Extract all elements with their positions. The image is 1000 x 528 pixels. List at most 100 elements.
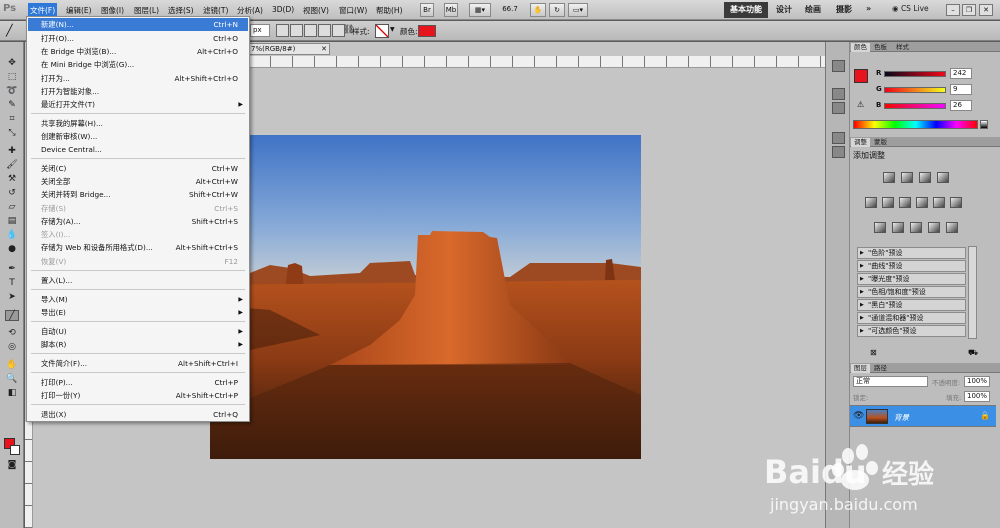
file-menu-exit[interactable]: 退出(X) Ctrl+Q bbox=[28, 408, 248, 421]
tab-styles[interactable]: 样式 bbox=[893, 43, 912, 52]
hand-tool-icon[interactable]: ✋ bbox=[530, 3, 546, 17]
combine-icon[interactable] bbox=[318, 24, 331, 37]
workspace-more-icon[interactable]: » bbox=[866, 4, 871, 13]
file-menu-create-review[interactable]: 创建新审核(W)... bbox=[28, 130, 248, 143]
quick-mask-icon[interactable]: ◙ bbox=[5, 460, 19, 471]
move-tool-icon[interactable]: ✥ bbox=[5, 58, 19, 69]
arrange-documents-icon[interactable]: ▭▾ bbox=[568, 3, 588, 17]
photo-filter-icon[interactable] bbox=[933, 197, 945, 208]
paragraph-icon[interactable] bbox=[832, 146, 845, 158]
document-tab[interactable]: 7%(RGB/8#) ✕ bbox=[248, 43, 330, 55]
tab-color[interactable]: 颜色 bbox=[851, 43, 870, 52]
tab-masks[interactable]: 蒙版 bbox=[871, 138, 890, 147]
marquee-tool-icon[interactable]: ⬚ bbox=[5, 72, 19, 83]
file-menu-open-smart-object[interactable]: 打开为智能对象... bbox=[28, 85, 248, 98]
rotate-view-icon[interactable]: ↻ bbox=[549, 3, 565, 17]
mini-bridge-icon[interactable]: Mb bbox=[444, 3, 458, 17]
file-menu-browse-bridge[interactable]: 在 Bridge 中浏览(B)... Alt+Ctrl+O bbox=[28, 45, 248, 58]
file-menu-recent[interactable]: 最近打开文件(T) ▶ bbox=[28, 98, 248, 111]
fill-pixels-icon[interactable] bbox=[304, 24, 317, 37]
weight-input[interactable]: px bbox=[250, 24, 270, 37]
preset-channel-mixer[interactable]: "通道混和器"预设 bbox=[857, 312, 966, 324]
quick-selection-tool-icon[interactable]: ✎ bbox=[5, 100, 19, 111]
actions-icon[interactable] bbox=[832, 102, 845, 114]
file-menu-file-info[interactable]: 文件简介(F)... Alt+Shift+Ctrl+I bbox=[28, 357, 248, 370]
b-slider[interactable] bbox=[884, 103, 946, 109]
shape-color-swatch[interactable] bbox=[418, 25, 436, 37]
restore-icon[interactable]: ❐ bbox=[962, 4, 976, 16]
extras-icon[interactable]: ▦▾ bbox=[469, 3, 491, 17]
vibrance-icon[interactable] bbox=[865, 197, 877, 208]
channel-mixer-icon[interactable] bbox=[950, 197, 962, 208]
menu-window[interactable]: 窗口(W) bbox=[337, 4, 369, 17]
r-input[interactable]: 242 bbox=[950, 68, 972, 79]
paths-icon[interactable] bbox=[290, 24, 303, 37]
black-white-icon[interactable] bbox=[916, 197, 928, 208]
line-tool-icon[interactable]: ╱ bbox=[5, 310, 19, 321]
canvas-photo[interactable] bbox=[210, 135, 641, 459]
curves-icon[interactable] bbox=[919, 172, 931, 183]
tab-paths[interactable]: 路径 bbox=[871, 364, 890, 373]
color-spectrum[interactable] bbox=[853, 120, 978, 129]
brush-tool-icon[interactable]: 🖌 bbox=[5, 160, 19, 171]
character-icon[interactable] bbox=[832, 132, 845, 144]
preset-levels[interactable]: "色阶"预设 bbox=[857, 247, 966, 259]
menu-view[interactable]: 视图(V) bbox=[301, 4, 331, 17]
file-menu-save[interactable]: 存储(S) Ctrl+S bbox=[28, 202, 248, 215]
presets-scrollbar[interactable] bbox=[968, 246, 977, 339]
type-tool-icon[interactable]: T bbox=[5, 278, 19, 289]
file-menu-place[interactable]: 置入(L)... bbox=[28, 274, 248, 287]
hand-tool-icon[interactable]: ✋ bbox=[5, 360, 19, 371]
file-menu-close-go-bridge[interactable]: 关闭并转到 Bridge... Shift+Ctrl+W bbox=[28, 188, 248, 201]
color-spectrum-bw[interactable] bbox=[980, 120, 988, 129]
crop-tool-icon[interactable]: ⌗ bbox=[5, 114, 19, 125]
adjustments-menu-icon[interactable]: ⛟ bbox=[968, 348, 978, 358]
bridge-icon[interactable]: Br bbox=[420, 3, 434, 17]
lasso-tool-icon[interactable]: ➰ bbox=[5, 86, 19, 97]
g-slider[interactable] bbox=[884, 87, 946, 93]
blend-mode-select[interactable]: 正常 bbox=[853, 376, 928, 387]
brightness-contrast-icon[interactable] bbox=[883, 172, 895, 183]
tab-swatches[interactable]: 色板 bbox=[871, 43, 890, 52]
line-tool-preset-icon[interactable]: ╱ bbox=[6, 24, 13, 37]
workspace-design[interactable]: 设计 bbox=[776, 4, 792, 15]
fill-input[interactable]: 100% bbox=[964, 391, 990, 402]
file-menu-device-central[interactable]: Device Central... bbox=[28, 143, 248, 156]
tab-adjustments[interactable]: 调整 bbox=[851, 138, 870, 147]
close-icon[interactable]: ✕ bbox=[979, 4, 993, 16]
tab-layers[interactable]: 图层 bbox=[851, 364, 870, 373]
g-input[interactable]: 9 bbox=[950, 84, 972, 95]
opacity-input[interactable]: 100% bbox=[964, 376, 990, 387]
minimize-icon[interactable]: – bbox=[946, 4, 960, 16]
clone-stamp-tool-icon[interactable]: ⚒ bbox=[5, 174, 19, 185]
preset-curves[interactable]: "曲线"预设 bbox=[857, 260, 966, 272]
workspace-essentials[interactable]: 基本功能 bbox=[724, 2, 768, 18]
levels-icon[interactable] bbox=[901, 172, 913, 183]
history-brush-tool-icon[interactable]: ↺ bbox=[5, 188, 19, 199]
cs-live-button[interactable]: ◉ CS Live bbox=[892, 4, 929, 13]
r-slider[interactable] bbox=[884, 71, 946, 77]
zoom-level[interactable]: 66.7 bbox=[497, 3, 523, 17]
preset-exposure[interactable]: "曝光度"预设 bbox=[857, 273, 966, 285]
eyedropper-tool-icon[interactable]: ⤡ bbox=[5, 128, 19, 139]
threshold-icon[interactable] bbox=[910, 222, 922, 233]
eraser-tool-icon[interactable]: ▱ bbox=[5, 202, 19, 213]
invert-icon[interactable] bbox=[874, 222, 886, 233]
file-menu-close-all[interactable]: 关闭全部 Alt+Ctrl+W bbox=[28, 175, 248, 188]
background-color-swatch[interactable] bbox=[10, 445, 20, 455]
file-menu-print-one[interactable]: 打印一份(Y) Alt+Shift+Ctrl+P bbox=[28, 389, 248, 402]
preset-selective-color[interactable]: "可选颜色"预设 bbox=[857, 325, 966, 337]
gradient-tool-icon[interactable]: ▤ bbox=[5, 216, 19, 227]
file-menu-save-as[interactable]: 存储为(A)... Shift+Ctrl+S bbox=[28, 215, 248, 228]
file-menu-scripts[interactable]: 脚本(R) ▶ bbox=[28, 338, 248, 351]
dodge-tool-icon[interactable]: ● bbox=[5, 244, 19, 255]
history-icon[interactable] bbox=[832, 88, 845, 100]
posterize-icon[interactable] bbox=[892, 222, 904, 233]
file-menu-check-in[interactable]: 签入(I)... bbox=[28, 228, 248, 241]
b-input[interactable]: 26 bbox=[950, 100, 972, 111]
gradient-map-icon[interactable] bbox=[928, 222, 940, 233]
file-menu-print[interactable]: 打印(P)... Ctrl+P bbox=[28, 376, 248, 389]
style-picker[interactable] bbox=[375, 24, 389, 38]
exposure-icon[interactable] bbox=[937, 172, 949, 183]
pen-tool-icon[interactable]: ✒ bbox=[5, 264, 19, 275]
